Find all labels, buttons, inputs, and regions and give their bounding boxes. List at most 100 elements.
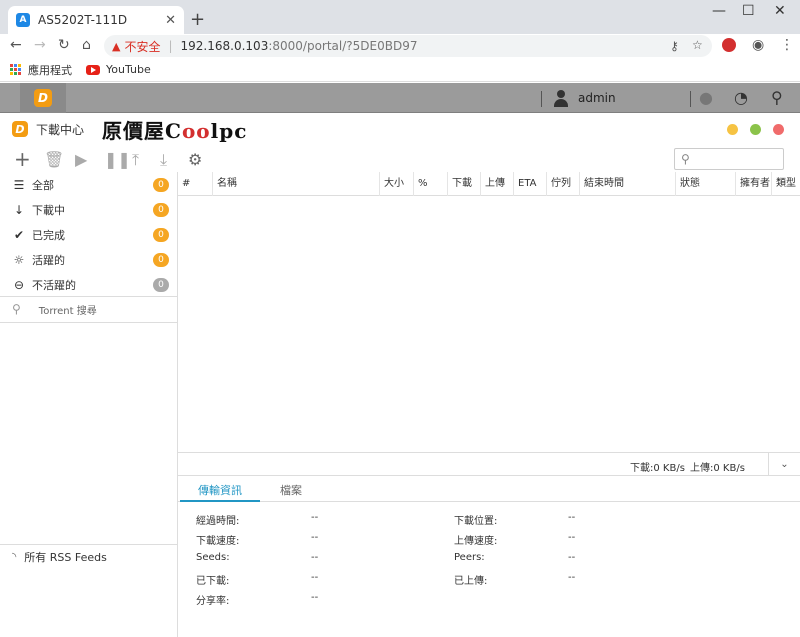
column-header-eta[interactable]: ETA (514, 172, 547, 196)
category-inactive[interactable]: ⊖ 不活躍的 0 (0, 272, 177, 297)
maximize-icon[interactable]: ☐ (742, 3, 755, 19)
adm-taskbar: D admin ● ◔ ⚲ (0, 83, 800, 113)
minimize-icon[interactable]: — (712, 3, 726, 19)
detail-label: 下載速度: (196, 536, 240, 547)
column-header-download[interactable]: 下載 (448, 172, 481, 196)
search-icon[interactable]: ⚲ (771, 88, 783, 107)
speed-status-bar: 下載:0 KB/s 上傳:0 KB/s ⌄ (178, 452, 800, 476)
detail-label: 分享率: (196, 596, 230, 607)
url-path: :8000/portal/?5DE0BD97 (268, 39, 418, 53)
url-host: 192.168.0.103 (180, 39, 269, 53)
detail-label: 下載位置: (454, 516, 498, 527)
reload-icon[interactable]: ↻ (58, 37, 70, 53)
bookmark-apps[interactable]: 應用程式 (10, 62, 72, 78)
detail-label: 經過時間: (196, 516, 240, 527)
add-task-icon[interactable]: + (14, 147, 31, 171)
tab-files[interactable]: 檔案 (280, 482, 302, 498)
bookmark-label: 應用程式 (28, 63, 72, 77)
download-center-window: D 下載中心 原價屋Coolpc + 🗑 ▶ ❚❚ ⤒ ⤓ ⚙ ⚲ ☰ 全部 0… (0, 114, 800, 637)
maximize-window-icon[interactable] (750, 124, 761, 135)
user-avatar-icon (552, 89, 570, 107)
bookmark-star-icon[interactable]: ☆ (692, 38, 703, 52)
category-count-badge: 0 (153, 202, 169, 217)
category-label: 已完成 (32, 228, 65, 242)
bookmark-youtube[interactable]: YouTube (86, 63, 151, 76)
youtube-icon (86, 64, 100, 75)
search-icon: ⚲ (12, 302, 21, 316)
download-center-logo-icon: D (34, 89, 52, 107)
category-count-badge: 0 (153, 277, 169, 292)
category-count-badge: 0 (153, 252, 169, 267)
download-center-logo-icon: D (12, 121, 28, 137)
category-sidebar: ☰ 全部 0 ↓ 下載中 0 ✔ 已完成 0 ☼ 活躍的 0 ⊖ 不活躍的 0 … (0, 172, 178, 637)
category-all[interactable]: ☰ 全部 0 (0, 172, 177, 197)
close-window-dot-icon[interactable] (773, 124, 784, 135)
watermark-brand-oo: oo (181, 118, 211, 143)
notification-icon[interactable]: ● (699, 88, 713, 107)
settings-gear-icon[interactable]: ⚙ (188, 150, 202, 169)
key-icon[interactable]: ⚷ (670, 39, 679, 53)
column-header-percent[interactable]: % (414, 172, 448, 196)
column-header-index[interactable]: # (178, 172, 213, 196)
bookmarks-bar: 應用程式 YouTube (0, 58, 800, 82)
back-icon[interactable]: ← (10, 37, 22, 53)
column-header-type[interactable]: 類型 (772, 172, 800, 196)
category-label: 不活躍的 (32, 278, 76, 292)
detail-label: 已下載: (196, 576, 230, 587)
extension-icon[interactable] (722, 38, 736, 52)
table-header: # 名稱 大小 % 下載 上傳 ETA 佇列 結束時間 狀態 擁有者 類型 (178, 172, 800, 196)
pause-icon[interactable]: ❚❚ (104, 150, 131, 169)
column-header-size[interactable]: 大小 (380, 172, 414, 196)
menu-icon[interactable]: ⋮ (780, 37, 794, 53)
category-count-badge: 0 (153, 177, 169, 192)
category-count-badge: 0 (153, 227, 169, 242)
detail-label: Peers: (454, 552, 485, 563)
bookmark-label: YouTube (106, 63, 151, 76)
detail-value: -- (311, 572, 319, 583)
forward-icon[interactable]: → (34, 37, 46, 53)
detail-value: -- (568, 512, 576, 523)
detail-value: -- (568, 572, 576, 583)
browser-tab[interactable]: A AS5202T-111D ✕ (8, 6, 184, 34)
column-header-status[interactable]: 狀態 (676, 172, 736, 196)
task-search-input[interactable]: ⚲ (674, 148, 784, 170)
column-header-upload[interactable]: 上傳 (481, 172, 514, 196)
category-active[interactable]: ☼ 活躍的 0 (0, 247, 177, 272)
torrent-search-label: Torrent 搜尋 (38, 305, 97, 317)
column-header-queue[interactable]: 佇列 (547, 172, 580, 196)
download-center-taskbar-button[interactable]: D (20, 83, 66, 113)
dashboard-icon[interactable]: ◔ (734, 88, 748, 107)
move-top-icon[interactable]: ⤒ (132, 150, 139, 170)
minus-circle-icon: ⊖ (13, 277, 25, 292)
column-header-owner[interactable]: 擁有者 (736, 172, 772, 196)
close-window-icon[interactable]: ✕ (774, 3, 786, 19)
move-bottom-icon[interactable]: ⤓ (160, 150, 167, 170)
category-completed[interactable]: ✔ 已完成 0 (0, 222, 177, 247)
download-speed: 下載:0 KB/s (630, 463, 685, 474)
taskbar-divider (690, 91, 691, 107)
tab-transfer-info[interactable]: 傳輸資訊 (198, 482, 242, 498)
home-icon[interactable]: ⌂ (82, 37, 91, 53)
user-menu[interactable]: admin (552, 89, 616, 107)
column-header-name[interactable]: 名稱 (213, 172, 380, 196)
expand-chevron-icon[interactable]: ⌄ (768, 453, 800, 475)
close-tab-icon[interactable]: ✕ (165, 13, 176, 28)
browser-tabbar: A AS5202T-111D ✕ + — ☐ ✕ (0, 0, 800, 34)
app-title: 下載中心 (36, 122, 85, 137)
category-downloading[interactable]: ↓ 下載中 0 (0, 197, 177, 222)
active-tab-indicator (180, 500, 260, 502)
tab-title: AS5202T-111D (38, 13, 128, 27)
upload-speed: 上傳:0 KB/s (690, 463, 745, 474)
torrent-search-item[interactable]: ⚲ Torrent 搜尋 (0, 296, 177, 322)
start-icon[interactable]: ▶ (75, 150, 87, 169)
taskbar-divider (541, 91, 542, 107)
username: admin (578, 91, 616, 105)
minimize-window-icon[interactable] (727, 124, 738, 135)
url-bar[interactable]: ▲ 不安全 | 192.168.0.103 :8000/portal/?5DE0… (104, 35, 712, 57)
watermark: 原價屋Coolpc (102, 115, 247, 144)
delete-icon[interactable]: 🗑 (44, 150, 64, 169)
new-tab-icon[interactable]: + (190, 9, 205, 30)
profile-icon[interactable]: ◉ (752, 37, 764, 53)
column-header-end-time[interactable]: 結束時間 (580, 172, 676, 196)
rss-feeds-item[interactable]: ◝ 所有 RSS Feeds (0, 544, 177, 568)
